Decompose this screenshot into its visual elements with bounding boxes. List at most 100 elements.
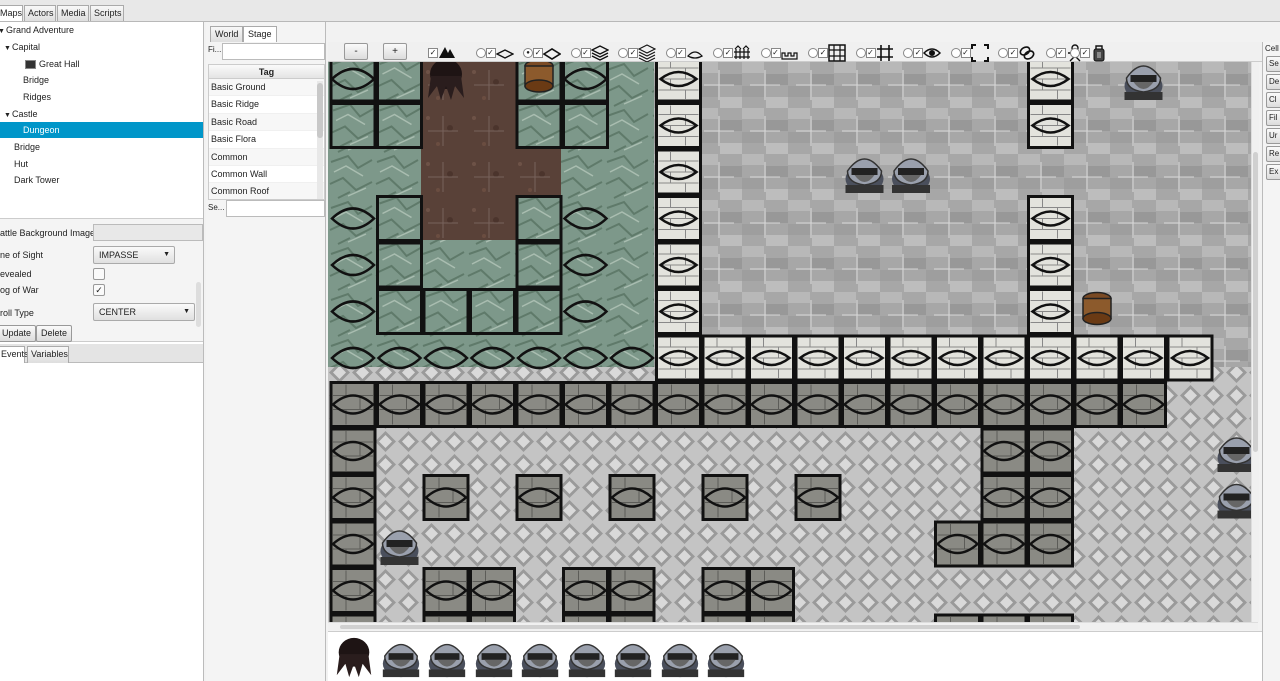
- stone-wall-tile[interactable]: [980, 427, 1028, 475]
- layer-checkbox[interactable]: ✓: [628, 48, 638, 58]
- layer-radio[interactable]: [903, 48, 913, 58]
- brick-wall-tile[interactable]: [841, 334, 888, 382]
- brick-wall-tile[interactable]: [1166, 334, 1214, 382]
- tree-item-capital[interactable]: ▼Capital: [4, 39, 40, 55]
- tag-row[interactable]: Basic Road: [209, 113, 324, 132]
- stone-wall-tile[interactable]: [748, 381, 795, 428]
- delete-button[interactable]: Delete: [36, 325, 73, 342]
- stone-wall-tile[interactable]: [329, 613, 377, 622]
- stone-wall-tile[interactable]: [980, 474, 1028, 521]
- cell-action-button[interactable]: Se: [1266, 56, 1280, 72]
- stone-wall-tile[interactable]: [980, 381, 1028, 428]
- stone-wall-tile[interactable]: [1027, 474, 1074, 521]
- tab-variables[interactable]: Variables: [27, 346, 69, 363]
- layer-radio[interactable]: [760, 48, 771, 58]
- stone-wall-tile[interactable]: [422, 567, 470, 614]
- tab-actors[interactable]: Actors: [24, 5, 56, 21]
- brick-wall-tile[interactable]: [887, 334, 935, 382]
- stone-wall-tile[interactable]: [748, 613, 795, 622]
- stone-wall-tile[interactable]: [469, 567, 516, 614]
- brick-wall-tile[interactable]: [1027, 62, 1074, 103]
- brick-wall-tile[interactable]: [655, 334, 702, 382]
- stone-wall-tile[interactable]: [1027, 520, 1074, 568]
- brick-wall-tile[interactable]: [655, 288, 702, 335]
- layer-toggle[interactable]: ✓: [618, 44, 657, 63]
- stone-wall-tile[interactable]: [562, 613, 609, 622]
- layer-toggle[interactable]: ✓: [570, 44, 609, 61]
- layer-checkbox[interactable]: ✓: [770, 48, 781, 58]
- cell-action-button[interactable]: Cl: [1266, 92, 1280, 108]
- battle-background-field[interactable]: [93, 224, 203, 241]
- brick-wall-tile[interactable]: [1027, 288, 1074, 335]
- hair-sprite-icon[interactable]: [332, 634, 376, 680]
- expand-arrow-icon[interactable]: ▼: [4, 41, 12, 57]
- update-button[interactable]: Update: [0, 325, 37, 342]
- stone-wall-tile[interactable]: [329, 567, 377, 614]
- stone-wall-tile[interactable]: [562, 567, 609, 614]
- stone-wall-tile[interactable]: [1027, 613, 1074, 622]
- grass-wall-tile[interactable]: [515, 288, 563, 335]
- tree-item-hut[interactable]: Hut: [14, 156, 28, 172]
- cell-action-button[interactable]: De: [1266, 74, 1280, 90]
- stone-wall-tile[interactable]: [608, 567, 656, 614]
- knight-sprite-icon[interactable]: [565, 634, 609, 680]
- layer-checkbox[interactable]: ✓: [428, 48, 438, 58]
- cell-action-button[interactable]: Ex: [1266, 164, 1280, 180]
- grass-wall-tile[interactable]: [515, 195, 563, 242]
- map-grid[interactable]: [328, 62, 1258, 622]
- stone-wall-tile[interactable]: [515, 381, 563, 428]
- grass-wall-tile[interactable]: [562, 102, 609, 149]
- layer-checkbox[interactable]: ✓: [818, 48, 828, 58]
- layer-radio[interactable]: [808, 48, 818, 58]
- stone-wall-tile[interactable]: [934, 613, 981, 622]
- grass-wall-tile[interactable]: [515, 241, 563, 289]
- stone-wall-tile[interactable]: [562, 381, 609, 428]
- stone-wall-tile[interactable]: [887, 381, 935, 428]
- zoom-in-button[interactable]: +: [383, 43, 407, 60]
- brick-wall-tile[interactable]: [655, 62, 702, 103]
- scroll-thumb[interactable]: [1253, 152, 1258, 452]
- stone-wall-tile[interactable]: [701, 474, 749, 521]
- grass-wall-tile[interactable]: [376, 62, 423, 103]
- layer-toggle[interactable]: ✓: [998, 44, 1036, 60]
- stone-wall-tile[interactable]: [1073, 381, 1121, 428]
- cell-action-button[interactable]: Fil: [1266, 110, 1280, 126]
- layer-checkbox[interactable]: ✓: [485, 48, 496, 58]
- properties-scrollbar[interactable]: [196, 282, 201, 327]
- stone-wall-tile[interactable]: [469, 613, 516, 622]
- tag-row[interactable]: Common Roof: [209, 183, 324, 199]
- layer-toggle[interactable]: ✓: [808, 44, 846, 62]
- stone-wall-tile[interactable]: [1027, 427, 1074, 475]
- tab-events[interactable]: Events: [0, 346, 29, 363]
- grass-wall-tile[interactable]: [329, 102, 377, 149]
- layer-checkbox[interactable]: ✓: [913, 48, 923, 58]
- grass-wall-tile[interactable]: [376, 195, 423, 242]
- knight-sprite-icon[interactable]: [425, 634, 469, 680]
- tag-row[interactable]: Basic Ground: [209, 79, 324, 97]
- layer-checkbox[interactable]: ✓: [675, 48, 686, 58]
- layer-radio[interactable]: [1070, 48, 1080, 58]
- layer-toggle[interactable]: ✓: [903, 44, 942, 60]
- knight-sprite-icon[interactable]: [611, 634, 655, 680]
- tag-row[interactable]: Common: [209, 148, 324, 166]
- stone-wall-tile[interactable]: [329, 427, 377, 475]
- brick-wall-tile[interactable]: [1027, 241, 1074, 289]
- barrel-sprite[interactable]: [524, 62, 554, 93]
- knight-sprite-icon[interactable]: [658, 634, 702, 680]
- stone-wall-tile[interactable]: [422, 474, 470, 521]
- brick-wall-tile[interactable]: [655, 148, 702, 196]
- layer-radio[interactable]: [1045, 48, 1056, 58]
- layer-checkbox[interactable]: ✓: [1008, 48, 1018, 58]
- stone-wall-tile[interactable]: [422, 381, 470, 428]
- tag-scrollbar[interactable]: [317, 81, 323, 199]
- scroll-type-select[interactable]: CENTER ▼: [93, 303, 195, 321]
- tab-scripts[interactable]: Scripts: [90, 5, 124, 21]
- layer-toggle[interactable]: ✓: [855, 44, 894, 61]
- tree-item-bridge[interactable]: Bridge: [23, 72, 49, 88]
- stone-wall-tile[interactable]: [608, 381, 656, 428]
- knight-sprite-icon[interactable]: [518, 634, 562, 680]
- stone-wall-tile[interactable]: [934, 381, 981, 428]
- layer-toggle[interactable]: ✓: [1070, 44, 1108, 62]
- layer-checkbox[interactable]: ✓: [1080, 48, 1090, 58]
- map-vertical-scrollbar[interactable]: [1251, 62, 1259, 622]
